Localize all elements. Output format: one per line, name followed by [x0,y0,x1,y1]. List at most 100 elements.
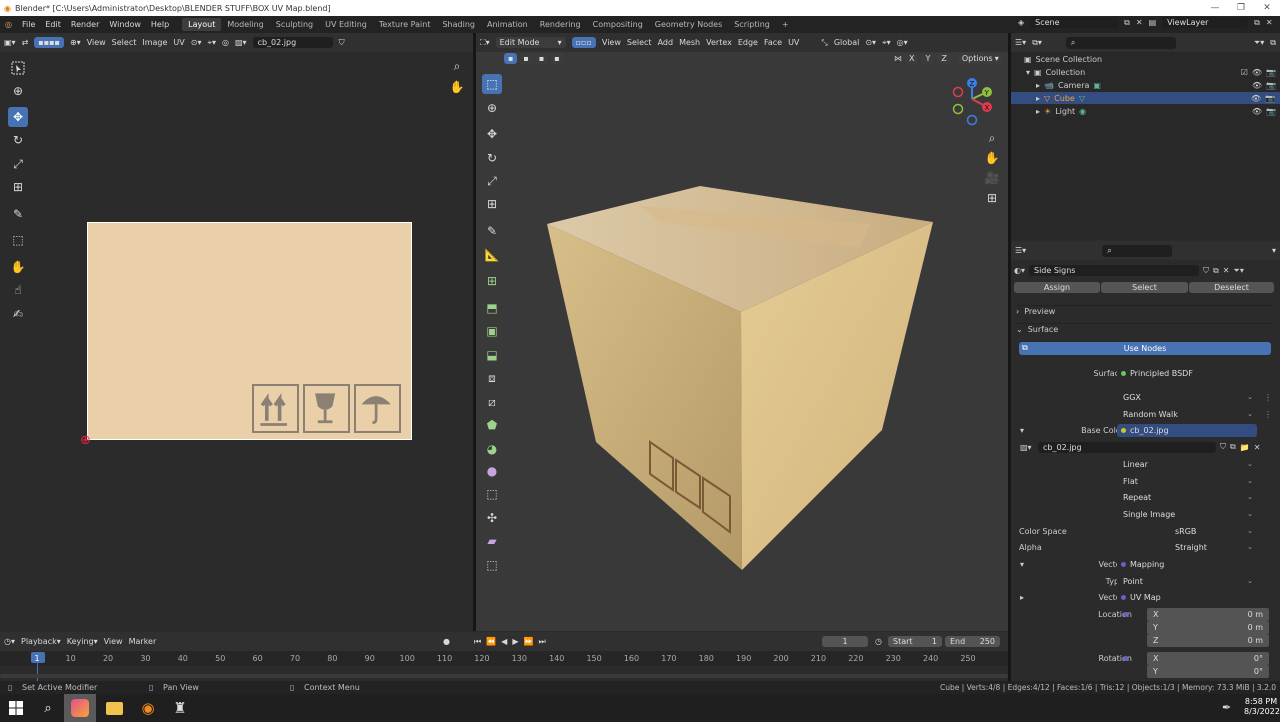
type-select[interactable]: Point ⌄ [1117,574,1257,588]
select-new-icon[interactable]: ▪ [504,53,518,64]
knife-tool[interactable]: ⧄ [482,392,502,412]
options-button[interactable]: Options ▾ [957,53,1003,64]
taskbar-app-icon[interactable] [64,694,96,722]
keying-menu[interactable]: Keying▾ [67,637,98,646]
menu-file[interactable]: File [17,20,40,29]
tab-rendering[interactable]: Rendering [534,18,587,31]
camera-view-icon[interactable]: 🎥 [982,168,1002,188]
inset-tool[interactable]: ▣ [482,321,502,341]
outliner-item-light[interactable]: ▸ ☀ Light ◉ 👁 📷 [1036,105,1276,117]
play-icon[interactable]: ▶ [512,637,518,646]
menu-select-3d[interactable]: Select [627,38,652,47]
outliner-search-input[interactable]: ⌕ [1065,36,1176,49]
preview-panel-header[interactable]: › Preview [1016,305,1274,317]
loop-cut-tool[interactable]: ⧈ [482,368,502,388]
menu-view-uv[interactable]: View [87,38,106,47]
menu-uv-3d[interactable]: UV [788,38,799,47]
expanded-arrow-icon[interactable]: ▾ [1020,560,1024,569]
duplicate-material-icon[interactable]: ⧉ [1213,266,1219,276]
proportional-icon[interactable]: ◎ [222,38,229,47]
menu-mesh[interactable]: Mesh [679,38,700,47]
delete-view-layer-icon[interactable]: ✕ [1266,18,1273,27]
measure-tool[interactable]: 📐 [482,245,502,265]
menu-face[interactable]: Face [764,38,782,47]
play-reverse-icon[interactable]: ◀ [501,637,507,646]
use-nodes-button[interactable]: ⧉ Use Nodes [1019,342,1271,355]
surface-shader-field[interactable]: Principled BSDF [1117,366,1257,380]
tab-animation[interactable]: Animation [481,18,534,31]
scale-tool[interactable]: ⤢ [8,154,28,174]
tab-scripting[interactable]: Scripting [728,18,776,31]
editor-type-icon[interactable]: ▣▾ [4,38,16,47]
edge-slide-tool[interactable]: ⬚ [482,484,502,504]
shear-tool[interactable]: ▰ [482,531,502,551]
tab-shading[interactable]: Shading [436,18,481,31]
menu-edge[interactable]: Edge [738,38,758,47]
sync-selection-icon[interactable]: ⇄ [22,38,29,47]
pan-3d-icon[interactable]: ✋ [982,148,1002,168]
mirror-y[interactable]: Y [921,53,935,64]
view-layer-field[interactable]: ViewLayer [1162,17,1249,28]
snap-3d-icon[interactable]: ⌖▾ [882,38,891,48]
2d-cursor-icon[interactable]: ⊕ [80,434,94,448]
material-icon[interactable]: ◐▾ [1014,266,1025,275]
tab-texture-paint[interactable]: Texture Paint [373,18,437,31]
fake-user-material-icon[interactable]: ⛉ [1203,266,1209,276]
deselect-button[interactable]: Deselect [1189,282,1274,293]
material-name-field[interactable]: Side Signs [1029,265,1199,276]
current-frame-field[interactable]: 1 [822,636,868,647]
hand-icon[interactable]: ✋ [447,77,467,97]
pinch-tool[interactable]: ✍ [8,304,28,324]
menu-add[interactable]: Add [658,38,674,47]
close-button[interactable]: ✕ [1254,0,1280,16]
expand-arrow-icon[interactable]: ▸ [1036,81,1040,90]
interpolation-select[interactable]: Linear ⌄ [1117,457,1257,471]
eye-icon[interactable]: 👁 [1252,107,1262,116]
uv-texture-image[interactable] [87,222,412,440]
extrude-tool[interactable]: ⬒ [482,298,502,318]
properties-type-icon[interactable]: ☰▾ [1015,246,1026,255]
outliner-type-icon[interactable]: ☰▾ [1015,38,1026,47]
outliner-collection-row[interactable]: ▾ ▣ Collection ☑ 👁 📷 [1026,66,1276,78]
expand-arrow-icon[interactable]: ▸ [1036,107,1040,116]
mirror-z[interactable]: Z [937,53,951,64]
select-button[interactable]: Select [1101,282,1188,293]
eye-icon[interactable]: 👁 [1251,94,1261,103]
taskbar-app-2-icon[interactable]: ♜ [164,694,196,722]
unlink-material-icon[interactable]: ✕ [1223,266,1230,275]
timeline-scrollbar[interactable] [0,674,1008,678]
scene-icon[interactable]: ◈ [1018,18,1024,27]
open-image-icon[interactable]: 📁 [1240,443,1250,452]
scale-3d-tool[interactable]: ⤢ [482,171,502,191]
vector-field[interactable]: Mapping [1117,557,1257,571]
subsurface-select[interactable]: Random Walk ⌄ [1117,407,1257,421]
scene-field[interactable]: Scene [1030,17,1119,28]
select-box-3d-tool[interactable]: ⬚ [482,74,502,94]
image-browse-icon[interactable]: ▨▾ [235,38,247,47]
spin-tool[interactable]: ◕ [482,439,502,459]
ortho-toggle-icon[interactable]: ⊞ [982,188,1002,208]
tab-modeling[interactable]: Modeling [221,18,269,31]
tab-uv-editing[interactable]: UV Editing [319,18,373,31]
delete-scene-icon[interactable]: ✕ [1136,18,1143,27]
grab-tool[interactable]: ✋ [8,257,28,277]
source-select[interactable]: Single Image ⌄ [1117,507,1257,521]
menu-view-timeline[interactable]: View [104,637,123,646]
material-filter-icon[interactable]: ⏷▾ [1233,266,1243,276]
file-explorer-icon[interactable] [98,694,130,722]
view-layer-icon[interactable]: ▤ [1149,18,1157,27]
camera-render-icon[interactable]: 📷 [1265,94,1275,103]
editor-type-3d-icon[interactable]: ⛶▾ [480,38,490,48]
prev-keyframe-icon[interactable]: ⏪ [486,637,496,646]
maximize-button[interactable]: ❐ [1228,0,1254,16]
select-intersect-icon[interactable]: ▪ [550,53,564,64]
image-browse-icon[interactable]: ▨▾ [1020,443,1032,452]
location-x-field[interactable]: X0 m [1147,607,1269,621]
playback-menu[interactable]: Playback▾ [21,637,61,646]
more-options-icon[interactable]: ⋮ [1264,393,1272,402]
expanded-arrow-icon[interactable]: ▾ [1020,426,1024,435]
extension-select[interactable]: Repeat ⌄ [1117,490,1257,504]
poly-build-tool[interactable]: ⬟ [482,415,502,435]
add-workspace-button[interactable]: + [776,18,795,31]
jump-end-icon[interactable]: ⏭ [538,637,545,647]
